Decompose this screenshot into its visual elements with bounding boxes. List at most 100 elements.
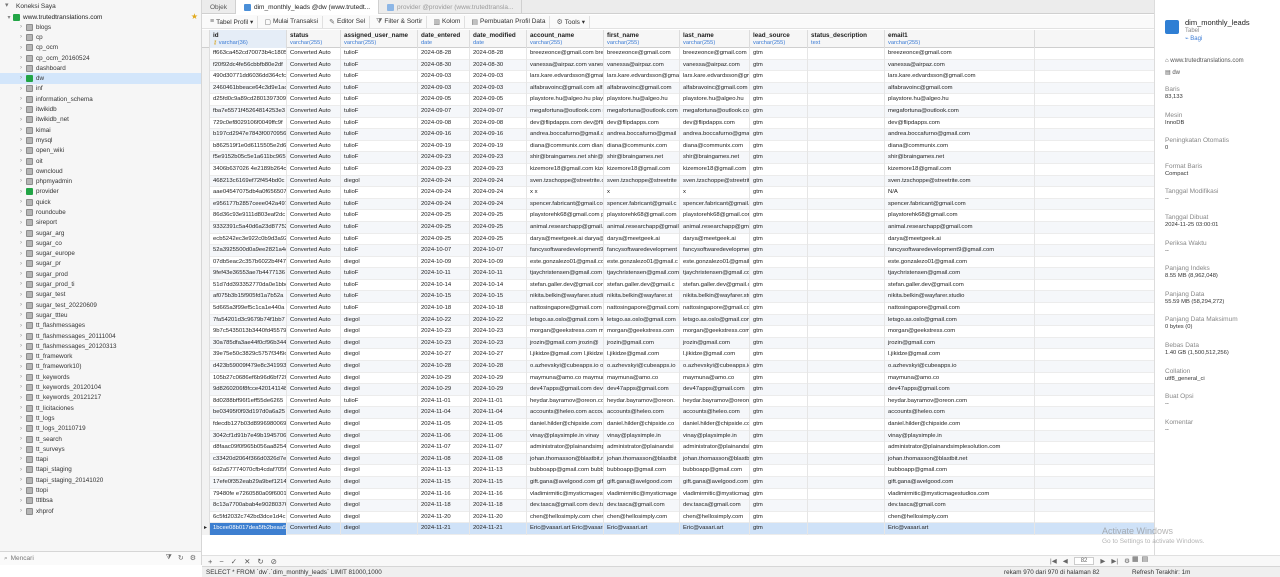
filter-icon[interactable]: ⧩	[166, 554, 172, 562]
expand-arrow-icon[interactable]: ›	[18, 354, 24, 360]
expand-arrow-icon[interactable]: ›	[18, 209, 24, 215]
table-cell-status-description[interactable]	[808, 71, 885, 83]
table-cell-first-name[interactable]: shir@braingames.net	[604, 152, 680, 164]
table-cell-email1[interactable]: heydar.bayramov@oreon.com	[885, 395, 1035, 408]
table-cell-id[interactable]: 6c5fd2032c742bd3dce1d4c	[210, 511, 287, 524]
table-cell-date-modified[interactable]: 2024-09-19	[470, 140, 527, 153]
row-gutter[interactable]	[202, 105, 210, 118]
expand-arrow-icon[interactable]: ›	[18, 86, 24, 92]
table-cell-first-name[interactable]: jrozin@gmail.com	[604, 337, 680, 350]
table-cell-assigned-user-name[interactable]: tulioF	[341, 395, 418, 408]
table-cell-email1[interactable]: bubboapp@gmail.com	[885, 465, 1035, 477]
table-cell-last-name[interactable]: administrator@plainandsimp	[680, 442, 750, 454]
table-cell-account-name[interactable]: shir@braingames.net shir@	[527, 152, 604, 164]
table-row[interactable]: 9fef43e36553ae7b4477136 Converted Auto tul…	[202, 268, 1154, 280]
row-gutter[interactable]	[202, 430, 210, 443]
table-cell-status[interactable]: Converted Auto	[287, 349, 341, 362]
table-cell-lead-source[interactable]: gtm	[750, 337, 808, 350]
table-cell-account-name[interactable]: tjaychristensen@gmail.com	[527, 268, 604, 280]
column-header[interactable]: status_description text	[808, 30, 885, 48]
sidebar-search[interactable]: ⌕ Mencari ⧩ ↻ ⚙	[0, 551, 201, 565]
table-cell-assigned-user-name[interactable]: diegol	[341, 175, 418, 188]
table-cell-date-modified[interactable]: 2024-11-16	[470, 488, 527, 501]
table-cell-email1[interactable]: alfabravoinc@gmail.com	[885, 82, 1035, 95]
table-cell-first-name[interactable]: heydar.bayramov@oreon.	[604, 395, 680, 408]
database-item[interactable]: › tt_flashmessages_20111004	[0, 331, 201, 341]
table-cell-first-name[interactable]: diana@communix.com	[604, 140, 680, 153]
table-cell-account-name[interactable]: johan.thomasson@blastbit.net	[527, 453, 604, 466]
table-cell-date-entered[interactable]: 2024-11-05	[418, 419, 470, 431]
table-cell-date-modified[interactable]: 2024-09-23	[470, 152, 527, 164]
database-item[interactable]: › kimai	[0, 125, 201, 135]
table-cell-first-name[interactable]: maymuna@amo.co	[604, 372, 680, 385]
expand-arrow-icon[interactable]: ›	[18, 436, 24, 442]
table-cell-account-name[interactable]: nikita.belkin@wayfarer.studio	[527, 291, 604, 304]
row-gutter[interactable]	[202, 326, 210, 338]
table-cell-lead-source[interactable]: gtm	[750, 152, 808, 164]
table-cell-email1[interactable]: darya@meetgeek.ai	[885, 233, 1035, 246]
table-cell-assigned-user-name[interactable]: diegol	[341, 407, 418, 419]
row-gutter[interactable]: ▸	[202, 523, 210, 535]
table-cell-status[interactable]: Converted Auto	[287, 372, 341, 385]
table-cell-assigned-user-name[interactable]: tulioF	[341, 303, 418, 315]
table-cell-status[interactable]: Converted Auto	[287, 476, 341, 489]
table-cell-assigned-user-name[interactable]: diegol	[341, 488, 418, 501]
table-cell-lead-source[interactable]: gtm	[750, 82, 808, 95]
database-item[interactable]: › sugar_test_20220609	[0, 300, 201, 310]
table-cell-email1[interactable]: vinay@playsimple.in	[885, 430, 1035, 443]
table-cell-date-entered[interactable]: 2024-11-13	[418, 465, 470, 477]
table-row[interactable]: 490d30771dd6036dd364cfc7 Converted Auto tu…	[202, 71, 1154, 83]
expand-arrow-icon[interactable]: ›	[18, 343, 24, 349]
table-cell-assigned-user-name[interactable]: tulioF	[341, 221, 418, 234]
expand-arrow-icon[interactable]: ›	[18, 364, 24, 370]
table-cell-first-name[interactable]: letsgo.as.oslo@gmail.com	[604, 314, 680, 327]
expand-arrow-icon[interactable]: ›	[18, 446, 24, 452]
table-row[interactable]: 468213c6169ef72f454bd0c Converted Auto die…	[202, 175, 1154, 188]
table-cell-last-name[interactable]: letsgo.as.oslo@gmail.com	[680, 314, 750, 327]
table-cell-status[interactable]: Converted Auto	[287, 256, 341, 269]
table-cell-assigned-user-name[interactable]: tulioF	[341, 94, 418, 106]
table-cell-lead-source[interactable]: gtm	[750, 221, 808, 234]
row-gutter[interactable]	[202, 407, 210, 419]
database-item[interactable]: › sugar_test	[0, 290, 201, 300]
table-cell-last-name[interactable]: morgan@geekstress.com	[680, 326, 750, 338]
table-row[interactable]: 7fa54201d3c9679b74f1bb7 Converted Auto die…	[202, 314, 1154, 327]
table-cell-status-description[interactable]	[808, 488, 885, 501]
expand-arrow-icon[interactable]: ›	[18, 230, 24, 236]
table-cell-status-description[interactable]	[808, 268, 885, 280]
table-cell-account-name[interactable]: vladimirmitic@mysticmageststudio	[527, 488, 604, 501]
table-cell-status-description[interactable]	[808, 187, 885, 199]
database-item[interactable]: › provider	[0, 187, 201, 197]
table-cell-status-description[interactable]	[808, 442, 885, 454]
toolbar-button[interactable]: ≡ Tabel Profil ▾	[206, 15, 259, 28]
table-cell-account-name[interactable]: megafortuna@outlook.com megafor	[527, 105, 604, 118]
expand-arrow-icon[interactable]: ›	[18, 281, 24, 287]
table-row[interactable]: ▸ 1bcee08b017dea5fb2beaa5 Converted Auto di…	[202, 523, 1154, 535]
discard-icon[interactable]: ✕	[244, 557, 250, 566]
expand-arrow-icon[interactable]: ›	[18, 405, 24, 411]
table-cell-id[interactable]: 3406b637026 4e2189b264cfe	[210, 163, 287, 176]
table-cell-id[interactable]: fba7e5571f45264814253e3	[210, 105, 287, 118]
table-cell-date-entered[interactable]: 2024-11-04	[418, 407, 470, 419]
expand-arrow-icon[interactable]: ›	[18, 75, 24, 81]
row-gutter[interactable]	[202, 314, 210, 327]
row-gutter[interactable]	[202, 245, 210, 257]
table-cell-date-modified[interactable]: 2024-11-05	[470, 419, 527, 431]
table-cell-date-entered[interactable]: 2024-08-30	[418, 59, 470, 72]
expand-arrow-icon[interactable]: ›	[18, 292, 24, 298]
expand-arrow-icon[interactable]: ›	[18, 240, 24, 246]
table-cell-id[interactable]: 8d0288bff96f1eff55de6265	[210, 395, 287, 408]
table-cell-status-description[interactable]	[808, 291, 885, 304]
table-cell-account-name[interactable]: administrator@plainandsimple	[527, 442, 604, 454]
table-cell-last-name[interactable]: shir@braingames.net	[680, 152, 750, 164]
table-cell-account-name[interactable]: dev.tasca@gmail.com dev.tasca	[527, 500, 604, 512]
table-cell-first-name[interactable]: accounts@heleo.com	[604, 407, 680, 419]
table-cell-status-description[interactable]	[808, 221, 885, 234]
table-cell-account-name[interactable]: dev@flipdapps.com dev@flipdapps	[527, 117, 604, 130]
database-item[interactable]: › tt_logs_20110719	[0, 424, 201, 434]
table-cell-date-modified[interactable]: 2024-10-09	[470, 256, 527, 269]
table-cell-email1[interactable]: daniel.hilder@chipside.com	[885, 419, 1035, 431]
table-cell-last-name[interactable]: x	[680, 187, 750, 199]
table-cell-lead-source[interactable]: gtm	[750, 187, 808, 199]
database-item[interactable]: › tt_logs	[0, 413, 201, 423]
